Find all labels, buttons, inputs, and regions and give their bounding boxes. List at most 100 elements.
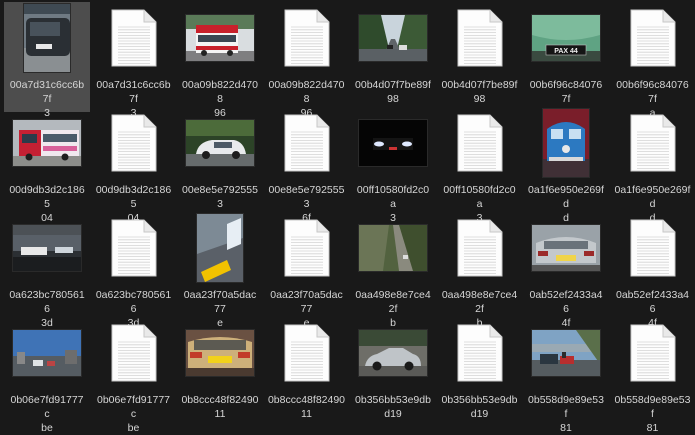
file-item-text[interactable]: 00a09b822d470896: [264, 2, 350, 112]
thumbnail-area: [523, 212, 609, 284]
text-file-icon: [630, 9, 676, 67]
thumbnail-area: [350, 2, 436, 74]
thumbnail-area: [350, 317, 436, 389]
file-item-text[interactable]: 00b6f96c840767fa: [610, 2, 695, 112]
text-file-icon: [457, 219, 503, 277]
text-file-icon: [284, 114, 330, 172]
svg-text:PAX 44: PAX 44: [554, 48, 578, 55]
thumbnail-area: [523, 107, 609, 179]
file-item-text[interactable]: 00d9db3d2c186504: [91, 107, 177, 217]
file-item-text[interactable]: 0b06e7fd91777cbe: [91, 317, 177, 427]
image-thumbnail: PAX 44: [531, 14, 601, 62]
file-item-text[interactable]: 0aa23f70a5dac77e: [264, 212, 350, 322]
image-thumbnail: [185, 119, 255, 167]
text-file-icon: [630, 219, 676, 277]
thumbnail-area: [91, 2, 177, 74]
file-item-text[interactable]: 0b8ccc48f8249011: [264, 317, 350, 427]
file-name-label: 0b356bb53e9dbd19: [437, 393, 523, 421]
file-name-label: 0b06e7fd91777cbe: [4, 393, 90, 435]
file-item-text[interactable]: 0b558d9e89e53f81: [610, 317, 695, 427]
file-item-image[interactable]: 0aa23f70a5dac77e: [177, 212, 263, 322]
file-item-image[interactable]: 0ab52ef2433a464f: [523, 212, 609, 322]
thumbnail-area: [4, 2, 90, 74]
thumbnail-area: [91, 107, 177, 179]
thumbnail-area: [350, 212, 436, 284]
thumbnail-area: [437, 317, 523, 389]
file-name-label: 0b558d9e89e53f81: [610, 393, 695, 435]
file-item-text[interactable]: 0a623bc78056163d: [91, 212, 177, 322]
thumbnail-area: PAX 44: [523, 2, 609, 74]
image-thumbnail: [12, 329, 82, 377]
image-thumbnail: [531, 224, 601, 272]
file-item-image[interactable]: 0aa498e8e7ce42fb: [350, 212, 436, 322]
text-file-icon: [630, 324, 676, 382]
thumbnail-area: [610, 317, 695, 389]
image-thumbnail: [12, 119, 82, 167]
image-thumbnail: [358, 329, 428, 377]
thumbnail-area: [610, 212, 695, 284]
file-item-text[interactable]: 0a1f6e950e269fdd: [610, 107, 695, 217]
file-item-image[interactable]: 0b356bb53e9dbd19: [350, 317, 436, 427]
file-item-image[interactable]: 00b4d07f7be89f98: [350, 2, 436, 112]
thumbnail-area: [177, 2, 263, 74]
thumbnail-area: [264, 2, 350, 74]
image-thumbnail: [542, 108, 590, 178]
thumbnail-area: [437, 212, 523, 284]
file-item-text[interactable]: 0ab52ef2433a464f: [610, 212, 695, 322]
text-file-icon: [630, 114, 676, 172]
thumbnail-area: [264, 317, 350, 389]
image-thumbnail: [185, 329, 255, 377]
file-item-text[interactable]: 00b4d07f7be89f98: [437, 2, 523, 112]
thumbnail-area: [4, 212, 90, 284]
file-item-image[interactable]: 0b06e7fd91777cbe: [4, 317, 90, 427]
file-name-label: 00b4d07f7be89f98: [437, 78, 523, 106]
file-name-label: 00b4d07f7be89f98: [350, 78, 436, 106]
text-file-icon: [111, 114, 157, 172]
file-item-text[interactable]: 00a7d31c6cc6b7f3: [91, 2, 177, 112]
thumbnail-area: [91, 317, 177, 389]
image-thumbnail: [185, 14, 255, 62]
file-item-image[interactable]: 00a09b822d470896: [177, 2, 263, 112]
thumbnail-area: [350, 107, 436, 179]
thumbnail-area: [91, 212, 177, 284]
text-file-icon: [284, 219, 330, 277]
image-thumbnail: [358, 224, 428, 272]
thumbnail-area: [4, 317, 90, 389]
thumbnail-area: [610, 107, 695, 179]
thumbnail-area: [437, 107, 523, 179]
thumbnail-area: [264, 107, 350, 179]
text-file-icon: [111, 324, 157, 382]
file-item-text[interactable]: 0b356bb53e9dbd19: [437, 317, 523, 427]
file-item-image[interactable]: 00a7d31c6cc6b7f3: [4, 2, 90, 112]
file-name-label: 0b8ccc48f8249011: [264, 393, 350, 421]
file-item-image[interactable]: 0b8ccc48f8249011: [177, 317, 263, 427]
file-item-image[interactable]: 0b558d9e89e53f81: [523, 317, 609, 427]
text-file-icon: [111, 9, 157, 67]
file-item-image[interactable]: 00d9db3d2c186504: [4, 107, 90, 217]
file-name-label: 0b8ccc48f8249011: [177, 393, 263, 421]
file-name-label: 0b356bb53e9dbd19: [350, 393, 436, 421]
thumbnail-area: [177, 212, 263, 284]
text-file-icon: [111, 219, 157, 277]
file-item-image[interactable]: 00ff10580fd2c0a3: [350, 107, 436, 217]
thumbnail-area: [177, 107, 263, 179]
file-name-label: 0b06e7fd91777cbe: [91, 393, 177, 435]
file-item-image[interactable]: 00e8e5e79255536f: [177, 107, 263, 217]
file-item-image[interactable]: 0a623bc78056163d: [4, 212, 90, 322]
text-file-icon: [457, 324, 503, 382]
thumbnail-area: [437, 2, 523, 74]
file-item-text[interactable]: 00ff10580fd2c0a3: [437, 107, 523, 217]
text-file-icon: [457, 9, 503, 67]
thumbnail-area: [4, 107, 90, 179]
thumbnail-area: [177, 317, 263, 389]
file-grid: 00a7d31c6cc6b7f3 00a7d31c6cc6b7f300a09b8…: [0, 0, 695, 416]
file-item-text[interactable]: 00e8e5e79255536f: [264, 107, 350, 217]
file-item-text[interactable]: 0aa498e8e7ce42fb: [437, 212, 523, 322]
image-thumbnail: [196, 213, 244, 283]
text-file-icon: [457, 114, 503, 172]
thumbnail-area: [264, 212, 350, 284]
file-item-image[interactable]: PAX 4400b6f96c840767fa: [523, 2, 609, 112]
image-thumbnail: [12, 224, 82, 272]
file-item-image[interactable]: 0a1f6e950e269fdd: [523, 107, 609, 217]
text-file-icon: [284, 9, 330, 67]
